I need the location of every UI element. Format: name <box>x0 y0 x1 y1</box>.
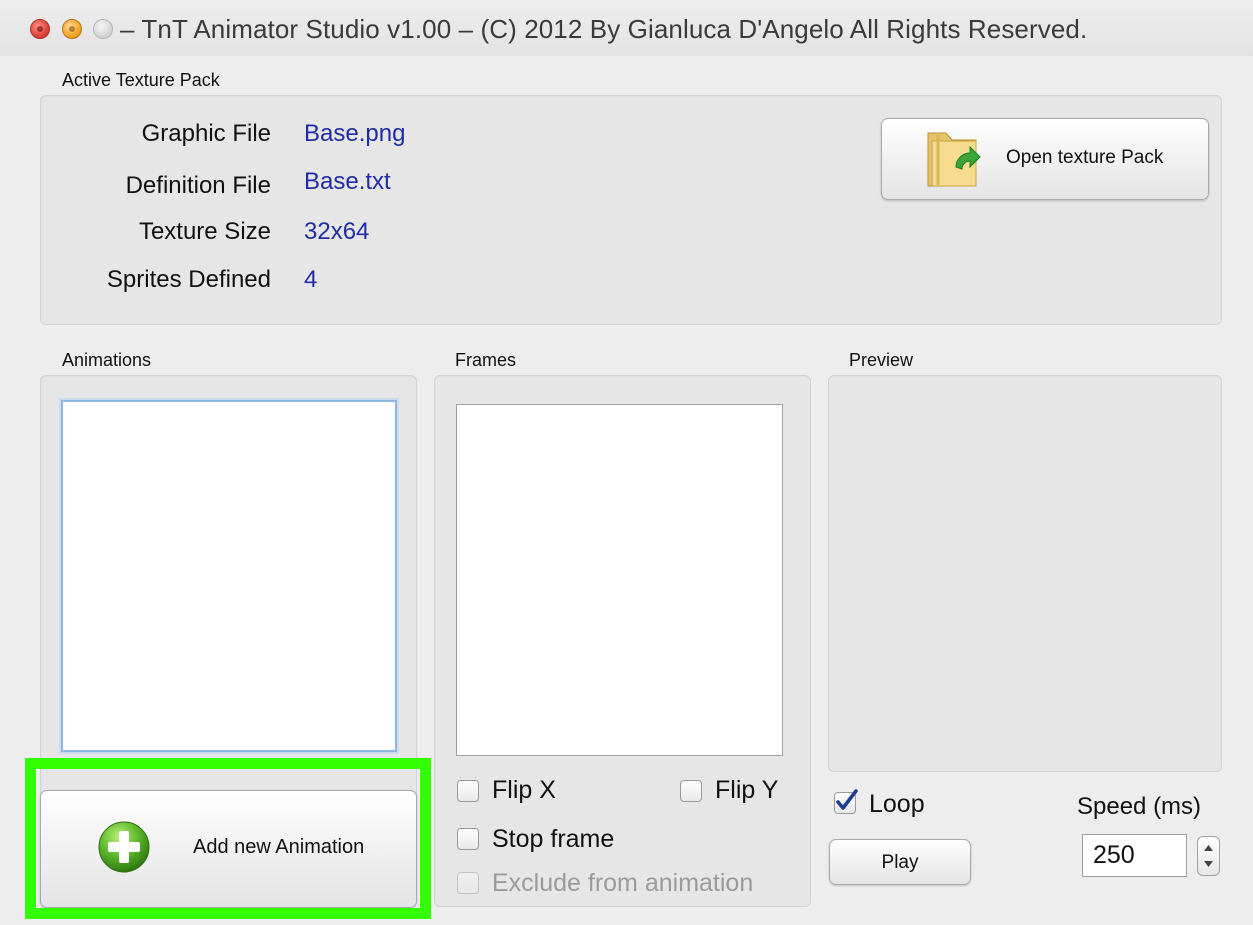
open-texture-pack-button[interactable]: Open texture Pack <box>881 118 1209 200</box>
texture-pack-group-label: Active Texture Pack <box>62 70 220 90</box>
stop-frame-checkbox[interactable] <box>457 828 479 850</box>
play-label: Play <box>881 852 919 873</box>
frames-list[interactable] <box>456 404 783 756</box>
play-button[interactable]: Play <box>829 839 971 885</box>
highlight-box <box>25 758 431 919</box>
texture-size-label: Texture Size <box>138 218 271 245</box>
stop-frame-label: Stop frame <box>492 825 615 853</box>
frames-group: Flip X Flip Y Stop frame Exclude from an… <box>434 375 811 907</box>
checkmark-icon <box>836 789 858 810</box>
frames-group-label: Frames <box>455 350 517 370</box>
texture-size-value: 32x64 <box>304 218 370 245</box>
definition-file-label: Definition File <box>125 172 271 199</box>
exclude-from-animation-checkbox[interactable] <box>457 872 479 894</box>
animations-group-label: Animations <box>62 350 152 370</box>
speed-stepper[interactable] <box>1197 836 1220 876</box>
definition-file-value: Base.txt <box>304 168 391 195</box>
minimize-window-button[interactable] <box>62 19 82 39</box>
flip-y-label: Flip Y <box>715 776 779 804</box>
texture-pack-group: Graphic File Base.png Definition File Ba… <box>40 95 1222 325</box>
exclude-from-animation-label: Exclude from animation <box>492 869 754 897</box>
sprites-defined-value: 4 <box>304 266 318 293</box>
flip-x-label: Flip X <box>492 776 556 804</box>
speed-input[interactable]: 250 <box>1082 834 1187 877</box>
window-title: – TnT Animator Studio v1.00 – (C) 2012 B… <box>120 14 1088 44</box>
graphic-file-label: Graphic File <box>141 120 271 147</box>
speed-value: 250 <box>1093 841 1135 869</box>
loop-checkbox[interactable] <box>834 789 858 814</box>
close-window-button[interactable] <box>30 19 50 39</box>
animations-list[interactable] <box>61 400 397 752</box>
folder-icon <box>927 132 981 187</box>
stepper-arrows-icon <box>1204 845 1213 867</box>
flip-x-checkbox[interactable] <box>457 780 479 802</box>
speed-label: Speed (ms) <box>1077 793 1202 820</box>
title-bar: – TnT Animator Studio v1.00 – (C) 2012 B… <box>0 0 1253 56</box>
flip-y-checkbox[interactable] <box>680 780 702 802</box>
preview-area <box>828 375 1222 772</box>
graphic-file-value: Base.png <box>304 120 406 147</box>
open-texture-pack-label: Open texture Pack <box>1006 147 1164 168</box>
loop-label: Loop <box>869 790 925 818</box>
preview-group-label: Preview <box>849 350 914 370</box>
zoom-window-button[interactable] <box>93 19 113 39</box>
sprites-defined-label: Sprites Defined <box>106 266 271 293</box>
